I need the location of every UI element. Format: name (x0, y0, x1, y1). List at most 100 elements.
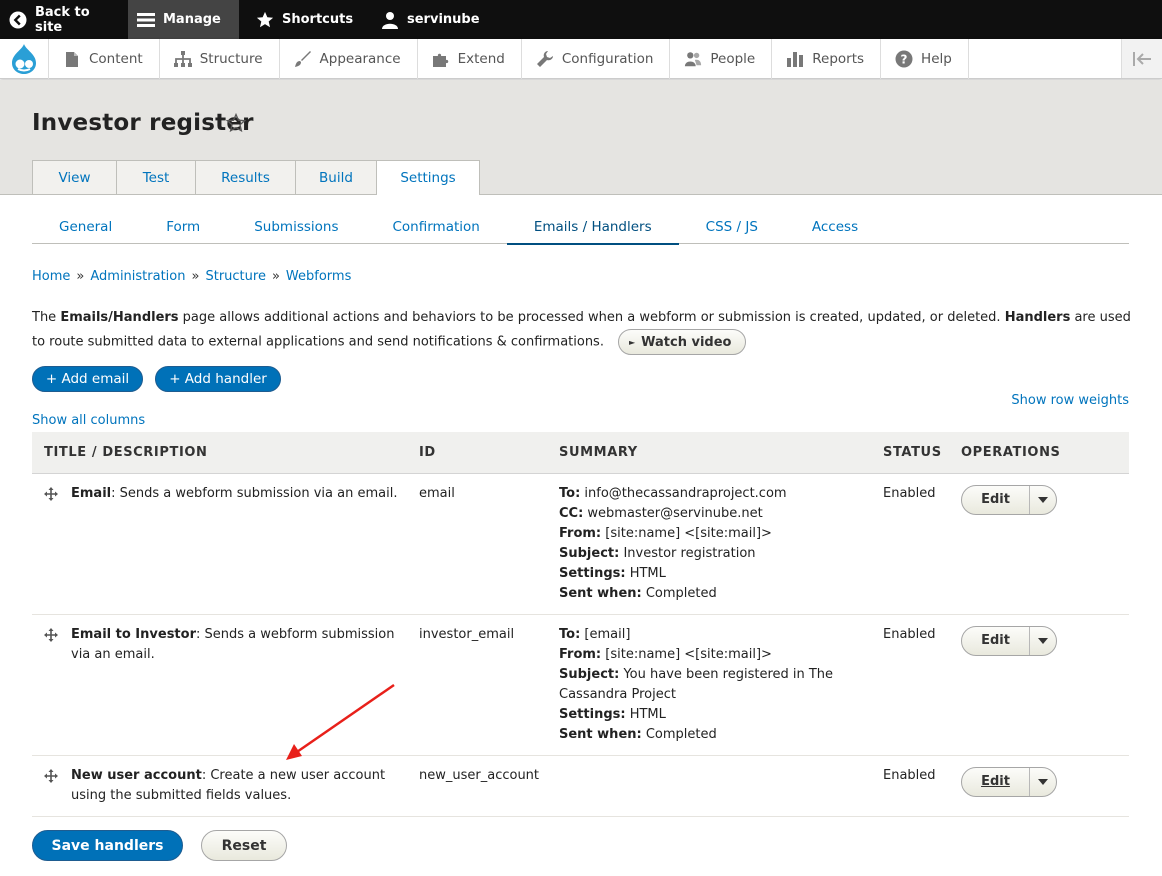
tray-item-label: People (710, 51, 756, 67)
breadcrumb-webforms[interactable]: Webforms (286, 269, 351, 284)
table-row: Email to Investor: Sends a webform submi… (32, 614, 1129, 756)
table-row: Email: Sends a webform submission via an… (32, 473, 1129, 615)
tab-confirmation[interactable]: Confirmation (365, 210, 506, 244)
tab-build[interactable]: Build (295, 160, 376, 194)
page-title: Investor register (32, 110, 254, 136)
admin-toolbar: Back to site Manage Shortcuts servinube (0, 0, 1162, 39)
drag-handle-icon[interactable] (44, 627, 58, 642)
tray-item-label: Content (89, 51, 143, 67)
tray-item-configuration[interactable]: Configuration (522, 39, 671, 79)
tab-emails-handlers[interactable]: Emails / Handlers (506, 210, 679, 245)
bookmark-star-icon[interactable] (226, 113, 246, 133)
secondary-tabs: General Form Submissions Confirmation Em… (32, 210, 1129, 245)
handler-summary (559, 755, 883, 817)
edit-button[interactable]: Edit (962, 626, 1030, 655)
show-row-weights-link[interactable]: Show row weights (1011, 393, 1129, 408)
shortcuts-label: Shortcuts (282, 12, 354, 27)
tab-css-js[interactable]: CSS / JS (679, 210, 785, 244)
annotation-arrow-icon (286, 683, 395, 760)
tab-general[interactable]: General (32, 210, 139, 244)
tray-item-appearance[interactable]: Appearance (280, 39, 418, 79)
handler-id: new_user_account (419, 755, 559, 817)
page-description: The Emails/Handlers page allows addition… (32, 306, 1132, 355)
operations-dropbutton: Edit (961, 484, 1057, 515)
handler-status: Enabled (883, 614, 961, 756)
user-icon (381, 11, 399, 29)
tray-item-label: Configuration (561, 51, 654, 67)
handler-status: Enabled (883, 755, 961, 817)
user-tab[interactable]: servinube (365, 0, 491, 39)
bar-chart-icon (786, 50, 804, 68)
breadcrumb-home[interactable]: Home (32, 269, 70, 284)
tray-item-structure[interactable]: Structure (160, 39, 280, 79)
back-to-site-label: Back to site (35, 4, 90, 35)
tray-item-label: Help (921, 51, 952, 67)
hamburger-icon (137, 11, 155, 29)
handler-id: investor_email (419, 614, 559, 756)
column-header-summary: SUMMARY (559, 432, 883, 474)
tray-item-label: Reports (812, 51, 865, 67)
column-header-status: STATUS (883, 432, 961, 474)
table-header-row: TITLE / DESCRIPTION ID SUMMARY STATUS OP… (32, 432, 1129, 474)
column-header-operations: OPERATIONS (961, 432, 1129, 474)
handler-title: Email (71, 485, 112, 501)
chevron-down-icon[interactable] (1030, 627, 1056, 655)
edit-button[interactable]: Edit (962, 767, 1030, 796)
tab-test[interactable]: Test (116, 160, 195, 194)
tray-item-reports[interactable]: Reports (772, 39, 882, 79)
tab-submissions[interactable]: Submissions (227, 210, 365, 244)
add-email-button[interactable]: + Add email (32, 366, 143, 392)
page-header: Investor register View Test Results Buil… (0, 80, 1162, 195)
svg-text:?: ? (901, 53, 908, 67)
back-to-site-link[interactable]: Back to site (0, 0, 128, 39)
handler-title: New user account (71, 767, 202, 783)
drag-handle-icon[interactable] (44, 486, 58, 501)
primary-tabs: View Test Results Build Settings (32, 160, 480, 195)
paintbrush-icon (294, 50, 312, 68)
tray-item-label: Structure (199, 51, 263, 67)
handler-summary: To: [email] From: [site:name] <[site:mai… (559, 614, 883, 756)
puzzle-icon (432, 50, 450, 68)
handler-title: Email to Investor (71, 626, 196, 642)
tray-item-label: Appearance (319, 51, 401, 67)
tab-form[interactable]: Form (139, 210, 227, 244)
reset-button[interactable]: Reset (201, 830, 287, 861)
drupal-logo-icon[interactable] (0, 39, 49, 79)
star-icon (256, 11, 274, 29)
tab-view[interactable]: View (32, 160, 116, 194)
operations-dropbutton: Edit (961, 766, 1057, 797)
edit-button[interactable]: Edit (962, 485, 1030, 514)
breadcrumb-structure[interactable]: Structure (205, 269, 265, 284)
user-label: servinube (407, 12, 480, 27)
tab-results[interactable]: Results (195, 160, 295, 194)
drag-handle-icon[interactable] (44, 768, 58, 783)
watch-video-button[interactable]: ► Watch video (617, 329, 747, 355)
tab-access[interactable]: Access (785, 210, 885, 244)
tray-collapse-icon[interactable] (1122, 39, 1162, 78)
handler-summary: To: info@thecassandraproject.com CC: web… (559, 473, 883, 615)
shortcuts-tab[interactable]: Shortcuts (239, 0, 365, 39)
show-all-columns-link[interactable]: Show all columns (32, 413, 145, 428)
chevron-down-icon[interactable] (1030, 768, 1056, 796)
tray-item-content[interactable]: Content (49, 39, 160, 79)
tray-item-people[interactable]: People (670, 39, 773, 79)
help-icon: ? (895, 50, 913, 68)
page-icon (63, 50, 81, 68)
handler-description: : Sends a webform submission via an emai… (111, 485, 398, 501)
back-arrow-icon (9, 11, 27, 29)
people-icon (684, 50, 702, 68)
manage-tab[interactable]: Manage (128, 0, 239, 39)
tray-item-help[interactable]: ? Help (881, 39, 969, 79)
tray-item-extend[interactable]: Extend (418, 39, 522, 79)
table-row: New user account: Create a new user acco… (32, 755, 1129, 817)
handler-id: email (419, 473, 559, 615)
tab-settings[interactable]: Settings (376, 160, 480, 195)
chevron-down-icon[interactable] (1030, 486, 1056, 514)
column-header-id: ID (419, 432, 559, 474)
breadcrumb-administration[interactable]: Administration (90, 269, 185, 284)
add-handler-button[interactable]: + Add handler (155, 366, 281, 392)
column-header-title: TITLE / DESCRIPTION (32, 432, 419, 474)
save-handlers-button[interactable]: Save handlers (32, 830, 183, 861)
manage-label: Manage (163, 12, 221, 27)
sitemap-icon (173, 50, 192, 68)
